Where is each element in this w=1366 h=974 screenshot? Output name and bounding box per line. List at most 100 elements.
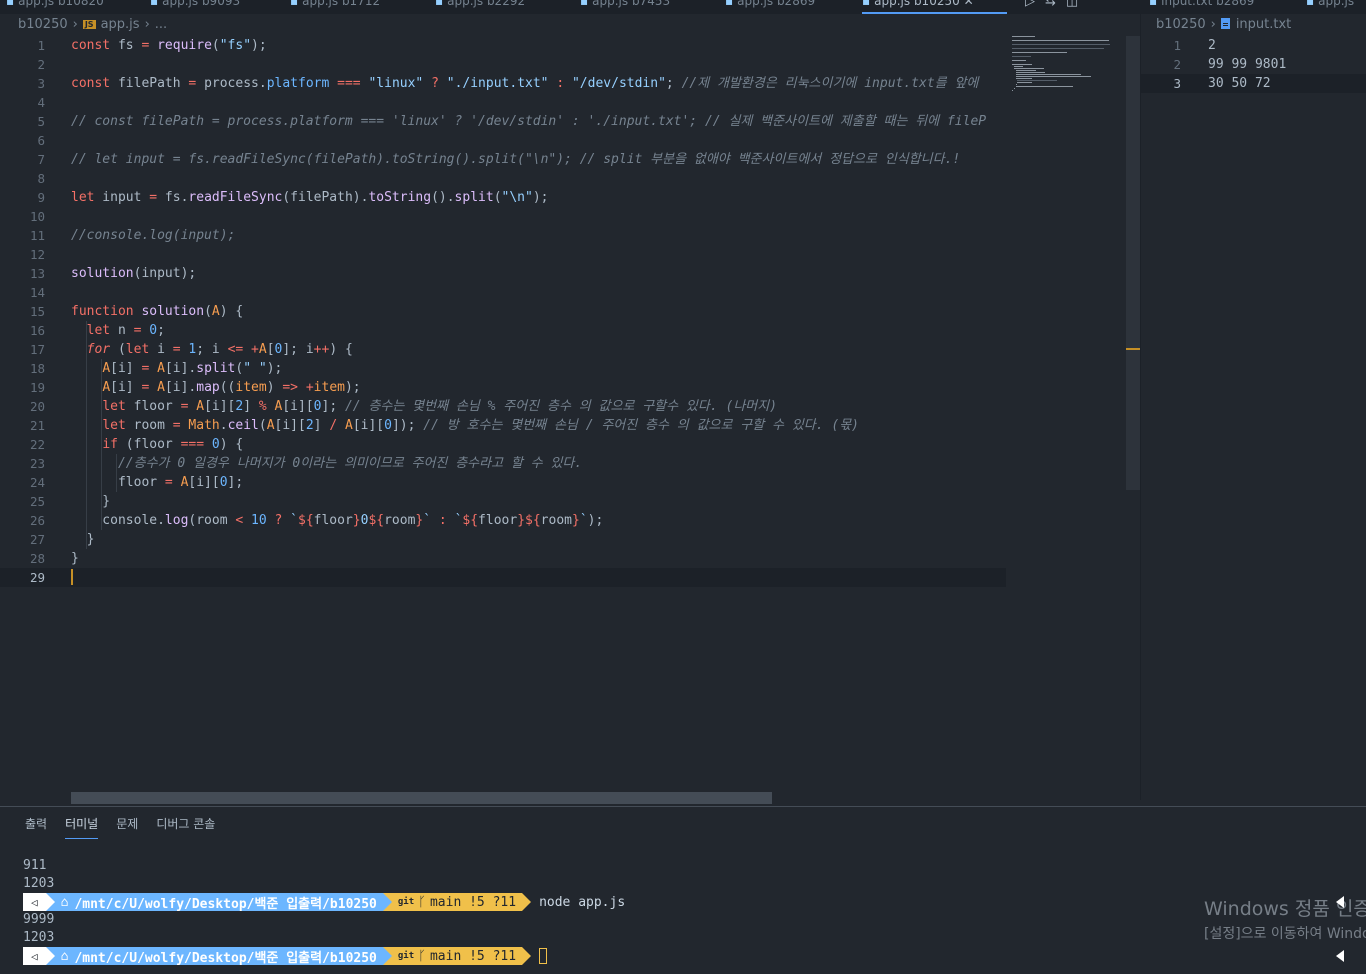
tab-terminal[interactable]: 터미널 — [65, 815, 99, 839]
breadcrumb-symbol[interactable]: ... — [155, 17, 167, 32]
line-number: 1 — [1173, 38, 1181, 53]
editor-tab[interactable]: ▪ app.js b2292 — [435, 0, 525, 14]
editor-tab[interactable]: ▪ app.js b7453 — [580, 0, 670, 14]
line-text: function solution(A) { — [71, 304, 244, 319]
minimap-line — [1015, 70, 1037, 71]
line-number: 23 — [29, 456, 45, 471]
terminal-output-line: 1203 — [23, 876, 55, 891]
line-number: 22 — [29, 437, 45, 452]
line-text: const fs = require("fs"); — [71, 38, 267, 53]
split-editor-icon[interactable]: ◫ — [1066, 0, 1088, 9]
line-text: // const filePath = process.platform ===… — [71, 114, 987, 129]
editor-line: 28} — [0, 549, 1006, 568]
editor-tab[interactable]: ▪ app.js b9093 — [150, 0, 240, 14]
editor-line: 21 let room = Math.ceil(A[i][2] / A[i][0… — [0, 416, 1006, 435]
line-text: const filePath = process.platform === "l… — [71, 76, 979, 91]
editor-tab-strip: ▪ app.js b10820 ▪ app.js b9093 ▪ app.js b17… — [0, 0, 1140, 14]
breadcrumb-file[interactable]: app.js — [101, 17, 140, 32]
tab-problems[interactable]: 문제 — [116, 815, 138, 838]
minimap-line — [1015, 84, 1017, 85]
horizontal-scrollbar[interactable] — [71, 792, 772, 804]
editor-line: 8 — [0, 169, 1006, 188]
line-number: 28 — [29, 551, 45, 566]
os-icon: ◁ — [23, 893, 46, 911]
breadcrumb-folder[interactable]: b10250 — [18, 17, 68, 32]
line-text: let input = fs.readFileSync(filePath).to… — [71, 190, 549, 205]
panel-tabs: 출력 터미널 문제 디버그 콘솔 — [25, 815, 233, 839]
terminal-output-line: 911 — [23, 858, 47, 873]
editor-line: 9 let input = fs.readFileSync(filePath).t… — [0, 188, 1006, 207]
line-number: 5 — [37, 114, 45, 129]
tab-debug-console[interactable]: 디버그 콘솔 — [156, 815, 215, 838]
terminal-output-line: 1203 — [23, 930, 55, 945]
folder-icon: ⌂ — [60, 894, 69, 910]
editor-tab[interactable]: ▪ input.txt b2869 — [1149, 0, 1254, 14]
code-editor[interactable]: 1 const fs = require("fs"); 2 3 const filePa… — [0, 36, 1010, 796]
js-file-icon: ▪ — [150, 0, 159, 8]
right-tab-strip: ▪ input.txt b2869 ▪ app.js — [1141, 0, 1366, 14]
editor-line: 12 — [1141, 36, 1366, 55]
minimap-line — [1017, 80, 1057, 81]
scrollbar-cursor-marker — [1126, 348, 1140, 350]
terminal-cursor — [539, 948, 548, 964]
minimap-line — [1012, 36, 1035, 37]
editor-tab[interactable]: ▪ app.js — [1306, 0, 1354, 14]
powerline-separator — [522, 947, 532, 965]
breadcrumb-folder[interactable]: b10250 — [1156, 17, 1206, 32]
line-number: 17 — [29, 342, 45, 357]
js-file-icon: ▪ — [1306, 0, 1315, 8]
editor-tab[interactable]: ▪ app.js b10820 — [6, 0, 104, 14]
js-file-icon: ▪ — [725, 0, 734, 8]
editor-line: 7 // let input = fs.readFileSync(filePath… — [0, 150, 1006, 169]
minimap[interactable] — [1012, 36, 1126, 94]
line-number: 11 — [29, 228, 45, 243]
line-text: floor = A[i][0]; — [71, 475, 244, 490]
editor-line: 27 } — [0, 530, 1006, 549]
editor-actions: ▷⇆◫ — [1025, 0, 1088, 9]
line-text: //층수가 0 일경우 나머지가 0이라는 의미이므로 주어진 층수라고 할 수… — [117, 456, 583, 471]
line-number: 8 — [37, 171, 45, 186]
minimap-line — [1015, 78, 1032, 79]
indent-guide — [86, 321, 87, 549]
text-cursor — [71, 569, 73, 585]
chevron-right-icon: › — [72, 17, 78, 32]
minimap-line — [1017, 82, 1032, 83]
minimap-line — [1012, 56, 1031, 57]
line-number: 13 — [29, 266, 45, 281]
input-file-editor[interactable]: 12 2 99 99 9801 3 30 50 72 — [1141, 36, 1366, 796]
minimap-line — [1015, 72, 1046, 73]
minimap-line — [1013, 68, 1045, 69]
editor-tab[interactable]: ▪ app.js b1712 — [290, 0, 380, 14]
line-text: // let input = fs.readFileSync(filePath)… — [71, 152, 961, 167]
editor-line-current: 29 — [0, 568, 1006, 587]
powerline-separator — [45, 893, 55, 911]
compare-icon[interactable]: ⇆ — [1045, 0, 1066, 9]
tab-output[interactable]: 출력 — [25, 815, 47, 838]
text-file-icon — [1220, 18, 1230, 29]
breadcrumb-right: b10250 › input.txt — [1156, 17, 1291, 32]
line-number: 18 — [29, 361, 45, 376]
editor-tab[interactable]: ▪ app.js b2869 — [725, 0, 815, 14]
minimap-line — [1012, 48, 1104, 49]
line-number: 15 — [29, 304, 45, 319]
panel-collapse-icon[interactable] — [1336, 896, 1344, 908]
prompt-path: ⌂/mnt/c/U/wolfy/Desktop/백준 입출력/b10250 — [54, 947, 383, 966]
vertical-scrollbar[interactable] — [1126, 36, 1140, 490]
breadcrumb-file[interactable]: input.txt — [1236, 17, 1291, 32]
editor-tab-active[interactable]: ▪ app.js b10250 ✕ — [862, 0, 1007, 14]
line-number: 27 — [29, 532, 45, 547]
chevron-right-icon: › — [1210, 17, 1216, 32]
editor-line: 24 floor = A[i][0]; — [0, 473, 1006, 492]
powerline-separator — [382, 947, 392, 965]
line-number: 14 — [29, 285, 45, 300]
editor-line: 12 — [0, 245, 1006, 264]
line-number: 16 — [29, 323, 45, 338]
terminal-prompt: ◁ ⌂/mnt/c/U/wolfy/Desktop/백준 입출력/b10250 … — [23, 947, 548, 966]
editor-line: 13 solution(input); — [0, 264, 1006, 283]
prompt-path: ⌂/mnt/c/U/wolfy/Desktop/백준 입출력/b10250 — [54, 893, 383, 912]
editor-line: 17 for (let i = 1; i <= +A[0]; i++) { — [0, 340, 1006, 359]
close-icon[interactable]: ✕ — [964, 0, 974, 8]
minimap-line — [1015, 76, 1092, 77]
run-icon[interactable]: ▷ — [1025, 0, 1045, 9]
panel-collapse-icon[interactable] — [1336, 950, 1344, 962]
